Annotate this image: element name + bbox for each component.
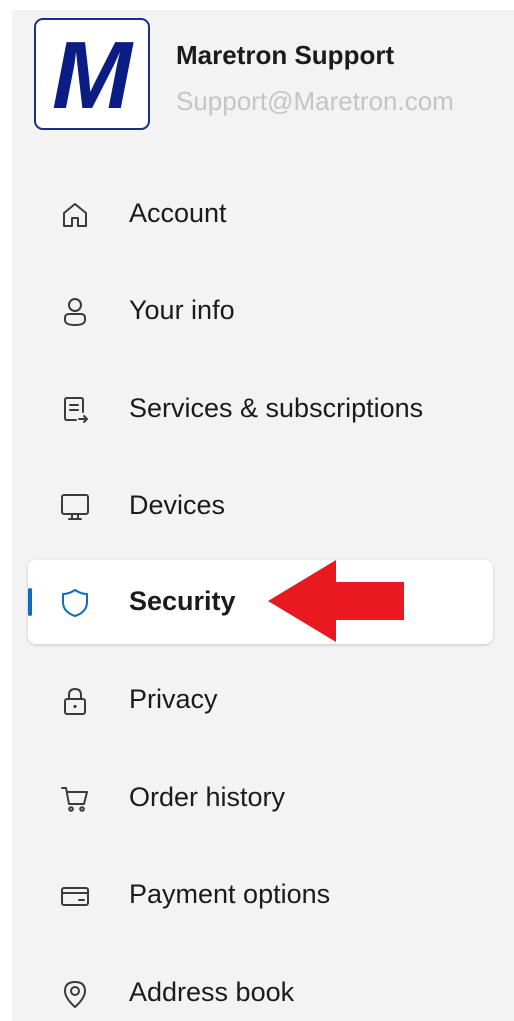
location-pin-icon — [59, 978, 91, 1010]
nav-item-account[interactable]: Account — [28, 172, 493, 256]
account-navigation: Account Your info Services & subscriptio… — [0, 0, 514, 1021]
nav-label: Account — [129, 198, 227, 228]
selection-indicator — [28, 588, 32, 616]
nav-item-security[interactable]: Security — [28, 560, 493, 644]
nav-item-services-subscriptions[interactable]: Services & subscriptions — [28, 367, 493, 451]
lock-icon — [59, 685, 91, 717]
nav-label: Security — [129, 586, 236, 616]
nav-item-order-history[interactable]: Order history — [28, 756, 493, 840]
nav-label: Address book — [129, 977, 295, 1007]
subscriptions-icon — [59, 394, 91, 426]
nav-label: Devices — [129, 490, 226, 520]
nav-item-devices[interactable]: Devices — [28, 464, 493, 548]
red-arrow-annotation — [268, 560, 404, 642]
nav-item-privacy[interactable]: Privacy — [28, 658, 493, 742]
nav-label: Payment options — [129, 879, 331, 909]
person-icon — [59, 296, 91, 328]
monitor-icon — [59, 491, 91, 523]
nav-label: Your info — [129, 295, 235, 325]
nav-item-payment-options[interactable]: Payment options — [28, 853, 493, 937]
nav-item-your-info[interactable]: Your info — [28, 269, 493, 353]
nav-label: Privacy — [129, 684, 218, 714]
nav-label: Order history — [129, 782, 286, 812]
home-icon — [59, 199, 91, 231]
nav-label: Services & subscriptions — [129, 393, 424, 423]
shield-icon — [59, 587, 91, 619]
nav-item-address-book[interactable]: Address book — [28, 951, 493, 1021]
credit-card-icon — [59, 880, 91, 912]
cart-icon — [59, 783, 91, 815]
